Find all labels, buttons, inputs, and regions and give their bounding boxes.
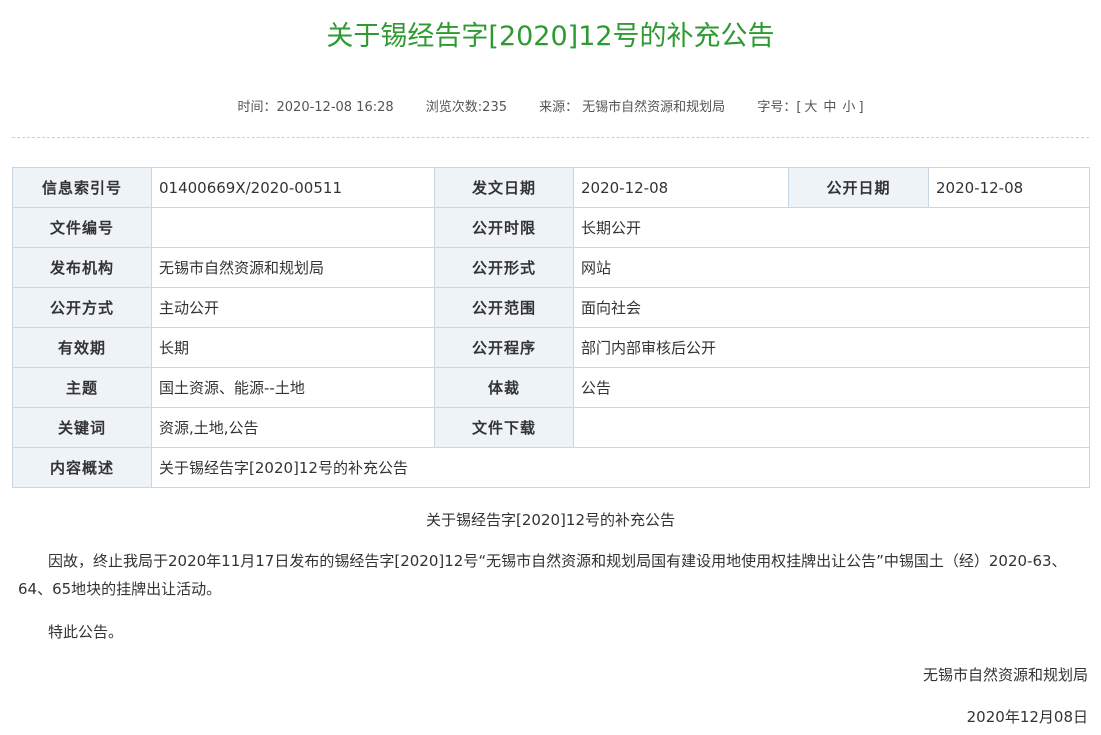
table-row: 文件编号 公开时限 长期公开 <box>12 207 1090 248</box>
table-row: 主题 国土资源、能源--土地 体裁 公告 <box>12 367 1090 408</box>
label-issue-date: 发文日期 <box>434 167 574 208</box>
signature-org: 无锡市自然资源和规划局 <box>922 666 1088 684</box>
font-medium-button[interactable]: 中 <box>823 100 836 115</box>
value-publish-date: 2020-12-08 <box>928 167 1090 208</box>
font-size-control: 字号：[大中小] <box>757 100 863 115</box>
value-issue-date: 2020-12-08 <box>573 167 789 208</box>
table-row: 公开方式 主动公开 公开范围 面向社会 <box>12 287 1090 328</box>
font-size-label: 字号：[ <box>757 100 802 115</box>
value-publisher: 无锡市自然资源和规划局 <box>151 247 435 288</box>
publish-time-label: 时间： <box>237 100 277 115</box>
article-meta: 时间：2020-12-08 16:28 浏览次数:235 来源： 无锡市自然资源和… <box>0 96 1101 115</box>
label-publish-date: 公开日期 <box>788 167 929 208</box>
font-small-button[interactable]: 小 <box>842 100 855 115</box>
publish-time: 时间：2020-12-08 16:28 <box>237 100 393 115</box>
source-value: 无锡市自然资源和规划局 <box>582 100 726 115</box>
value-subject: 国土资源、能源--土地 <box>151 367 435 408</box>
value-keywords: 资源,土地,公告 <box>151 407 435 448</box>
article-source: 来源： 无锡市自然资源和规划局 <box>539 100 725 115</box>
font-size-close: ] <box>858 100 864 115</box>
page-title: 关于锡经告字[2020]12号的补充公告 <box>326 21 775 52</box>
publish-time-value: 2020-12-08 16:28 <box>276 100 394 115</box>
label-validity: 有效期 <box>12 327 152 368</box>
value-genre: 公告 <box>573 367 1090 408</box>
value-file-download[interactable] <box>573 407 1090 448</box>
label-disclosure-period: 公开时限 <box>434 207 574 248</box>
label-index-number: 信息索引号 <box>12 167 152 208</box>
meta-divider <box>12 137 1089 138</box>
value-disclosure-procedure: 部门内部审核后公开 <box>573 327 1090 368</box>
table-row: 发布机构 无锡市自然资源和规划局 公开形式 网站 <box>12 247 1090 288</box>
view-count: 浏览次数:235 <box>425 100 507 115</box>
value-summary: 关于锡经告字[2020]12号的补充公告 <box>151 447 1090 488</box>
table-row: 关键词 资源,土地,公告 文件下载 <box>12 407 1090 448</box>
body-closing: 特此公告。 <box>48 623 124 641</box>
body-paragraph: 因故，终止我局于2020年11月17日发布的锡经告字[2020]12号“无锡市自… <box>18 552 1067 598</box>
value-disclosure-period: 长期公开 <box>573 207 1090 248</box>
label-doc-number: 文件编号 <box>12 207 152 248</box>
value-index-number: 01400669X/2020-00511 <box>151 167 435 208</box>
value-doc-number <box>151 207 435 248</box>
value-disclosure-form: 网站 <box>573 247 1090 288</box>
label-file-download: 文件下载 <box>434 407 574 448</box>
label-genre: 体裁 <box>434 367 574 408</box>
source-label: 来源： <box>539 100 579 115</box>
label-keywords: 关键词 <box>12 407 152 448</box>
body-title: 关于锡经告字[2020]12号的补充公告 <box>426 511 675 529</box>
table-row: 有效期 长期 公开程序 部门内部审核后公开 <box>12 327 1090 368</box>
label-disclosure-procedure: 公开程序 <box>434 327 574 368</box>
label-summary: 内容概述 <box>12 447 152 488</box>
label-disclosure-method: 公开方式 <box>12 287 152 328</box>
label-disclosure-scope: 公开范围 <box>434 287 574 328</box>
value-disclosure-scope: 面向社会 <box>573 287 1090 328</box>
table-row: 内容概述 关于锡经告字[2020]12号的补充公告 <box>12 447 1090 488</box>
value-validity: 长期 <box>151 327 435 368</box>
label-publisher: 发布机构 <box>12 247 152 288</box>
font-large-button[interactable]: 大 <box>804 100 817 115</box>
info-table: 信息索引号 01400669X/2020-00511 发文日期 2020-12-… <box>12 167 1090 488</box>
signature-date: 2020年12月08日 <box>966 708 1088 726</box>
table-row: 信息索引号 01400669X/2020-00511 发文日期 2020-12-… <box>12 167 1090 208</box>
value-disclosure-method: 主动公开 <box>151 287 435 328</box>
label-disclosure-form: 公开形式 <box>434 247 574 288</box>
label-subject: 主题 <box>12 367 152 408</box>
